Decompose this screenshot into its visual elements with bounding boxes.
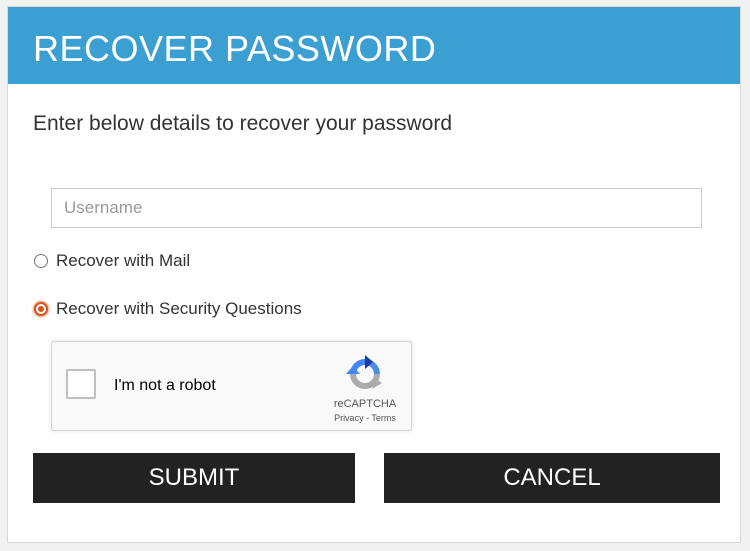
page-title: RECOVER PASSWORD — [33, 28, 437, 69]
recover-with-mail-option[interactable]: Recover with Mail — [34, 251, 190, 271]
radio-button-selected[interactable] — [34, 302, 48, 316]
username-input[interactable] — [51, 188, 702, 228]
recaptcha-links: Privacy - Terms — [314, 413, 416, 423]
header-bar: RECOVER PASSWORD — [8, 7, 740, 84]
radio-label: Recover with Mail — [56, 251, 191, 270]
submit-button[interactable]: SUBMIT — [33, 453, 355, 503]
privacy-link[interactable]: Privacy — [334, 413, 364, 423]
instruction-text: Enter below details to recover your pass… — [33, 112, 453, 135]
recaptcha-checkbox[interactable] — [66, 369, 96, 399]
recaptcha-widget: I'm not a robot reCAPTCHA Privacy - Term… — [51, 341, 412, 431]
recaptcha-brand: reCAPTCHA — [333, 398, 397, 410]
recaptcha-label: I'm not a robot — [114, 377, 216, 394]
radio-label: Recover with Security Questions — [56, 299, 302, 318]
cancel-button[interactable]: CANCEL — [384, 453, 720, 503]
recover-password-panel: RECOVER PASSWORD Enter below details to … — [7, 6, 741, 543]
terms-link[interactable]: Terms — [371, 413, 396, 423]
recaptcha-logo-icon — [346, 355, 382, 389]
radio-button[interactable] — [34, 254, 48, 268]
recover-with-security-questions-option[interactable]: Recover with Security Questions — [34, 299, 302, 319]
